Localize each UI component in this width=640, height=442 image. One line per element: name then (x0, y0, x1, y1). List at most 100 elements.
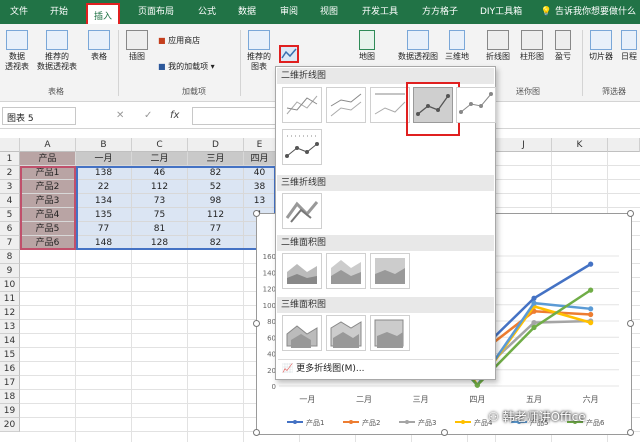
sparkline-winloss-button[interactable]: 盈亏 (550, 30, 576, 62)
3d-map-button[interactable]: 三维地 (444, 30, 470, 62)
value-cell[interactable]: 77 (76, 222, 132, 236)
row-header[interactable]: 9 (0, 264, 20, 278)
value-cell[interactable]: 52 (188, 180, 244, 194)
tab-insert[interactable]: 插入 (86, 3, 121, 24)
value-cell[interactable]: 98 (188, 194, 244, 208)
value-cell[interactable]: 128 (132, 236, 188, 250)
column-header[interactable]: B (76, 138, 132, 152)
value-cell[interactable]: 81 (132, 222, 188, 236)
resize-handle[interactable] (627, 320, 634, 327)
function-icon[interactable]: fx (170, 110, 179, 121)
column-header[interactable] (608, 138, 640, 152)
table-button[interactable]: 表格 (84, 30, 114, 62)
resize-handle[interactable] (627, 210, 634, 217)
tab-diy-toolbox[interactable]: DIY工具箱 (480, 4, 522, 17)
row-header[interactable]: 6 (0, 222, 20, 236)
value-cell[interactable]: 82 (188, 166, 244, 180)
row-header[interactable]: 14 (0, 334, 20, 348)
row-header[interactable]: 7 (0, 236, 20, 250)
line-chart-option[interactable] (282, 87, 322, 123)
stacked-line-option[interactable] (326, 87, 366, 123)
100-stacked-line-markers-option[interactable] (282, 129, 322, 165)
row-header[interactable]: 1 (0, 152, 20, 166)
tab-view[interactable]: 视图 (320, 4, 338, 17)
recommended-charts-button[interactable]: 推荐的 图表 (243, 30, 275, 72)
table-header-cell[interactable]: 三月 (188, 152, 244, 166)
value-cell[interactable]: 134 (76, 194, 132, 208)
3d-100-stacked-area-option[interactable] (370, 315, 410, 351)
row-header[interactable]: 15 (0, 348, 20, 362)
3d-stacked-area-option[interactable] (326, 315, 366, 351)
table-header-cell[interactable]: 一月 (76, 152, 132, 166)
value-cell[interactable]: 112 (188, 208, 244, 222)
column-header[interactable]: A (20, 138, 76, 152)
value-cell[interactable]: 77 (188, 222, 244, 236)
100-stacked-area-option[interactable] (370, 253, 410, 289)
column-header[interactable]: C (132, 138, 188, 152)
product-cell[interactable]: 产品3 (20, 194, 76, 208)
100-stacked-line-option[interactable] (370, 87, 410, 123)
row-header[interactable]: 13 (0, 320, 20, 334)
resize-handle[interactable] (253, 320, 260, 327)
map-button[interactable]: 地图 (356, 30, 378, 62)
more-line-charts-link[interactable]: 📈 更多折线图(M)... (278, 359, 493, 377)
product-cell[interactable]: 产品2 (20, 180, 76, 194)
row-header[interactable]: 12 (0, 306, 20, 320)
row-header[interactable]: 8 (0, 250, 20, 264)
pivot-table-button[interactable]: 数据 透视表 (2, 30, 32, 72)
row-header[interactable]: 5 (0, 208, 20, 222)
value-cell[interactable]: 75 (132, 208, 188, 222)
row-header[interactable]: 20 (0, 418, 20, 432)
product-cell[interactable]: 产品5 (20, 222, 76, 236)
row-header[interactable]: 19 (0, 404, 20, 418)
row-header[interactable]: 3 (0, 180, 20, 194)
value-cell[interactable]: 22 (76, 180, 132, 194)
resize-handle[interactable] (627, 429, 634, 436)
pivot-chart-button[interactable]: 数据透视图 (394, 30, 442, 62)
value-cell[interactable]: 13 (244, 194, 276, 208)
timeline-button[interactable]: 日程 (618, 30, 640, 62)
value-cell[interactable]: 40 (244, 166, 276, 180)
name-box[interactable]: 图表 5 (2, 107, 76, 125)
table-header-cell[interactable]: 二月 (132, 152, 188, 166)
row-header[interactable]: 17 (0, 376, 20, 390)
my-addins-button[interactable]: ■ 我的加载项 ▾ (158, 62, 238, 72)
stacked-area-option[interactable] (326, 253, 366, 289)
product-cell[interactable]: 产品4 (20, 208, 76, 222)
column-header[interactable]: J (496, 138, 552, 152)
formula-input[interactable] (192, 107, 276, 125)
recommended-pivot-button[interactable]: 推荐的 数据透视表 (34, 30, 80, 72)
tab-home[interactable]: 开始 (50, 4, 68, 17)
tab-data[interactable]: 数据 (238, 4, 256, 17)
area-option[interactable] (282, 253, 322, 289)
tab-formulas[interactable]: 公式 (198, 4, 216, 17)
3d-area-option[interactable] (282, 315, 322, 351)
value-cell[interactable]: 73 (132, 194, 188, 208)
slicer-button[interactable]: 切片器 (586, 30, 616, 62)
table-header-cell[interactable]: 四月 (244, 152, 276, 166)
row-header[interactable]: 4 (0, 194, 20, 208)
value-cell[interactable]: 38 (244, 180, 276, 194)
value-cell[interactable]: 46 (132, 166, 188, 180)
resize-handle[interactable] (441, 429, 448, 436)
line-chart-dropdown-button[interactable] (279, 45, 299, 63)
enter-icon[interactable]: ✓ (144, 110, 152, 121)
illustrations-button[interactable]: 插图 (122, 30, 152, 62)
sparkline-column-button[interactable]: 柱形图 (516, 30, 548, 62)
tab-developer[interactable]: 开发工具 (362, 4, 398, 17)
row-header[interactable]: 16 (0, 362, 20, 376)
stacked-line-markers-option[interactable] (456, 87, 496, 123)
row-header[interactable]: 2 (0, 166, 20, 180)
table-header-cell[interactable]: 产品 (20, 152, 76, 166)
value-cell[interactable]: 112 (132, 180, 188, 194)
select-all-corner[interactable] (0, 138, 20, 152)
column-header[interactable]: E (244, 138, 276, 152)
tell-me-search[interactable]: 💡 告诉我你想要做什么 (541, 4, 636, 17)
tab-fangfang[interactable]: 方方格子 (422, 4, 458, 17)
value-cell[interactable]: 82 (188, 236, 244, 250)
tab-file[interactable]: 文件 (10, 4, 28, 17)
sparkline-line-button[interactable]: 折线图 (482, 30, 514, 62)
resize-handle[interactable] (253, 429, 260, 436)
row-header[interactable]: 11 (0, 292, 20, 306)
3d-line-option[interactable] (282, 193, 322, 229)
